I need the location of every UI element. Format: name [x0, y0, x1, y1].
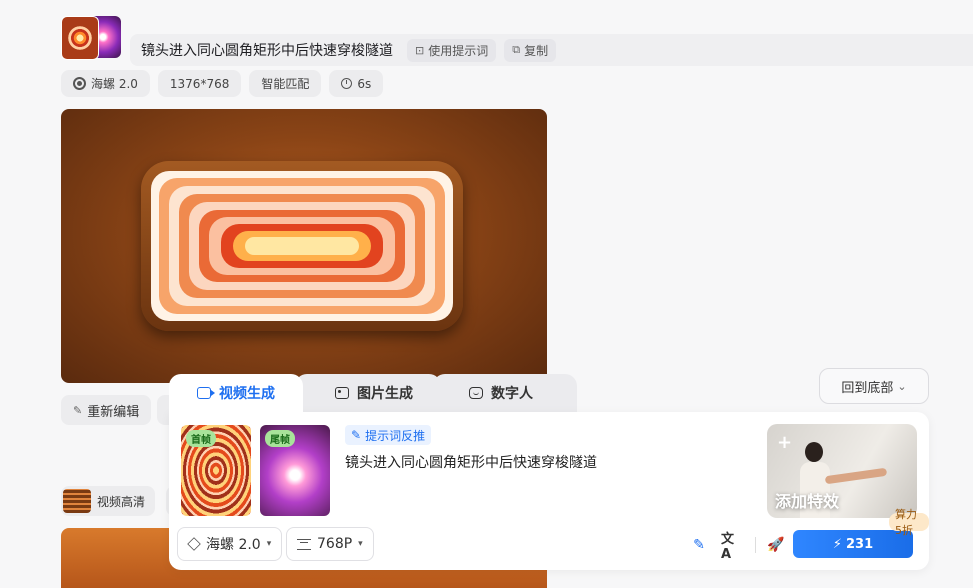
first-frame-upload[interactable]: 首帧 [181, 425, 251, 516]
plus-icon: + [777, 432, 793, 453]
video-icon [197, 387, 215, 399]
add-effect-label: 添加特效 [775, 492, 840, 511]
copy-icon: ⧉ [512, 43, 521, 56]
clock-icon [341, 78, 353, 89]
hd-thumbnail [63, 489, 91, 513]
edit-box-icon: ✎ [351, 428, 362, 442]
toolbar-divider [755, 537, 756, 553]
tunnel-frame-graphic [141, 161, 463, 331]
duration-badge: 6s [329, 70, 384, 97]
generation-card: 首帧 尾帧 ✎ 提示词反推 镜头进入同心圆角矩形中后快速穿梭隧道 + 添加特效 … [169, 412, 929, 570]
tab-video-generation[interactable]: 视频生成 [169, 374, 303, 412]
resolution-badge: 1376*768 [157, 70, 242, 97]
cube-icon [187, 537, 201, 551]
panel-tabs: 视频生成 图片生成 数字人 [169, 374, 577, 412]
model-select[interactable]: 海螺 2.0 ▾ [177, 527, 283, 561]
tab-digital-human[interactable]: 数字人 [433, 374, 577, 412]
last-frame-upload[interactable]: 尾帧 [260, 425, 330, 516]
record-meta-row: 海螺 2.0 1376*768 智能匹配 6s [61, 70, 384, 97]
generated-video-preview[interactable] [61, 109, 547, 383]
tab-image-generation[interactable]: 图片生成 [295, 374, 441, 412]
avatar-icon [469, 387, 483, 399]
image-icon [335, 387, 349, 399]
prompt-icon: ⊡ [415, 43, 425, 57]
hailuo-logo-icon [73, 77, 86, 90]
translate-icon[interactable]: 文A [721, 532, 743, 562]
chevron-down-icon: ▾ [266, 539, 272, 549]
add-effect-card[interactable]: + 添加特效 [767, 424, 917, 518]
model-badge: 海螺 2.0 [61, 70, 150, 97]
record-prompt-bar: 镜头进入同心圆角矩形中后快速穿梭隧道 ⊡ 使用提示词 ⧉ 复制 [130, 34, 973, 66]
generation-panel: 视频生成 图片生成 数字人 首帧 尾帧 ✎ 提示词反推 镜头进入同心圆角矩形中后… [169, 374, 929, 570]
rocket-icon[interactable]: 🚀 [765, 534, 787, 556]
first-frame-tag: 首帧 [186, 430, 216, 447]
discount-badge: 算力5折 [889, 508, 929, 537]
prompt-input[interactable]: 镜头进入同心圆角矩形中后快速穿梭隧道 [345, 452, 597, 472]
re-edit-button[interactable]: ✎ 重新编辑 [61, 395, 152, 425]
lightning-icon: ⚡ [832, 536, 842, 552]
ratio-badge: 智能匹配 [249, 70, 322, 97]
copy-button[interactable]: ⧉ 复制 [504, 38, 557, 62]
chevron-down-icon: ▾ [358, 539, 363, 549]
prompt-edit-icon[interactable]: ✎ [688, 534, 710, 556]
reverse-prompt-button[interactable]: ✎ 提示词反推 [345, 425, 432, 445]
settings-sliders-icon [297, 538, 311, 550]
last-frame-tag: 尾帧 [265, 430, 295, 447]
resolution-select[interactable]: 768P ▾ [286, 527, 374, 561]
use-prompt-button[interactable]: ⊡ 使用提示词 [407, 38, 497, 62]
video-hd-button[interactable]: 视频高清 [61, 486, 156, 516]
pencil-icon: ✎ [73, 403, 83, 417]
record-thumbnails[interactable] [61, 16, 121, 60]
record-prompt-text: 镜头进入同心圆角矩形中后快速穿梭隧道 [141, 43, 393, 59]
first-frame-thumbnail[interactable] [61, 16, 99, 60]
